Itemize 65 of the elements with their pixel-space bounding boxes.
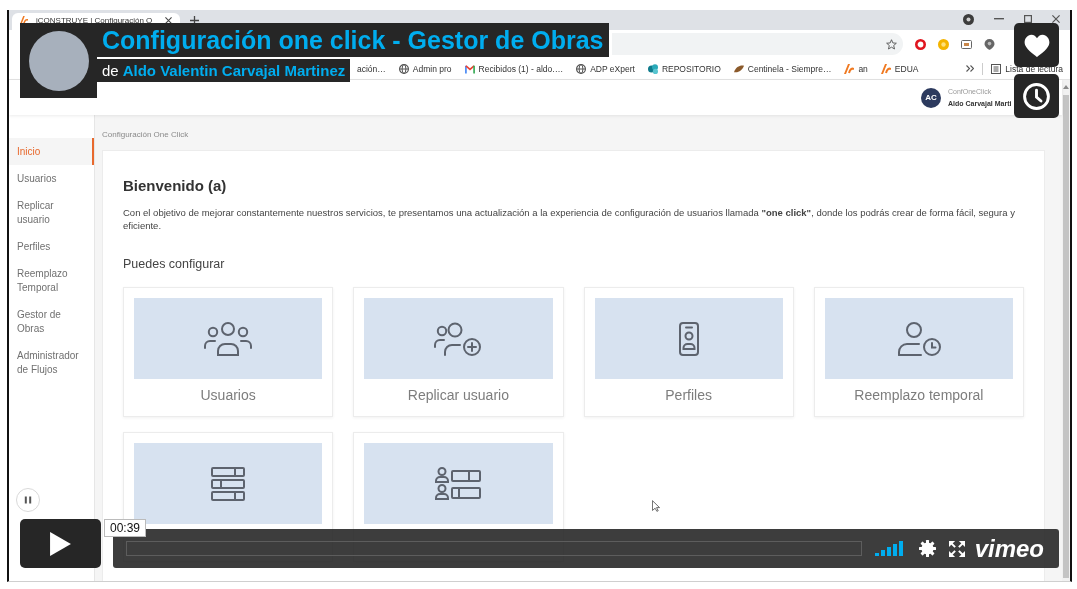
- progress-track[interactable]: [126, 541, 862, 556]
- user-plus-icon: [434, 321, 483, 356]
- volume-icon[interactable]: [874, 541, 903, 556]
- globe-icon: [576, 63, 587, 74]
- screen-icon[interactable]: [961, 38, 972, 50]
- option-card[interactable]: Usuarios: [123, 287, 334, 417]
- sidebar-item[interactable]: Perfiles: [9, 233, 94, 260]
- play-button[interactable]: [20, 519, 101, 568]
- leaf-icon: [733, 63, 744, 74]
- clock-icon: [1023, 82, 1050, 110]
- watch-later-button[interactable]: [1014, 74, 1059, 118]
- arrow-up-icon[interactable]: [1063, 85, 1069, 89]
- user-avatar[interactable]: AC: [921, 87, 941, 108]
- circles-icon: [647, 63, 658, 74]
- intro-text: Con el objetivo de mejorar constantemente nuestros servicios, te presentamos una actualización a la experiencia de configuración de usuarios llamada "one click", donde los podrás crear de forma fácil, segura y eficiente.: [123, 206, 1016, 232]
- option-card[interactable]: Replicar usuario: [353, 287, 564, 417]
- vimeo-logo[interactable]: vimeo: [974, 535, 1044, 562]
- bookmark-link[interactable]: ADP eXpert: [576, 63, 635, 74]
- option-card[interactable]: Reemplazo temporal: [813, 287, 1024, 417]
- profile-icon[interactable]: [963, 13, 974, 25]
- globe-icon: [398, 63, 409, 74]
- time-tooltip: 00:39: [104, 519, 147, 537]
- maximize-icon[interactable]: [1024, 15, 1032, 23]
- sidebar-item[interactable]: Administrador de Flujos: [9, 342, 94, 383]
- bookmark-link[interactable]: Recibidos (1) - aldo.…: [464, 63, 564, 74]
- section-heading: Puedes configurar: [123, 256, 226, 272]
- breadcrumb: Configuración One Click: [102, 130, 190, 140]
- scrollbar-thumb[interactable]: [1063, 95, 1069, 578]
- like-button[interactable]: [1014, 23, 1059, 67]
- bookmark-link[interactable]: an: [844, 63, 868, 74]
- settings-icon[interactable]: [918, 540, 936, 557]
- bookmark-link[interactable]: ación…: [357, 63, 386, 74]
- mail-icon: [464, 63, 475, 74]
- ring-icon[interactable]: [915, 38, 926, 50]
- reading-list-icon: [991, 63, 1002, 74]
- cursor-icon: [652, 500, 660, 512]
- pause-icon[interactable]: [16, 488, 40, 512]
- chevrons-icon[interactable]: [966, 65, 975, 72]
- video-title[interactable]: Configuración one click - Gestor de Obras: [97, 23, 609, 57]
- site-logo-icon: [844, 63, 855, 74]
- bookmark-link[interactable]: Centinela - Siempre…: [733, 63, 832, 74]
- pin-icon[interactable]: [984, 38, 995, 50]
- bookmark-link[interactable]: Admin pro: [398, 63, 452, 74]
- site-logo-icon: [20, 16, 28, 24]
- bookmark-link[interactable]: REPOSITORIO: [647, 63, 721, 74]
- star-icon[interactable]: [886, 38, 897, 50]
- author-avatar[interactable]: [20, 23, 97, 98]
- sidebar-item[interactable]: Gestor de Obras: [9, 301, 94, 342]
- author-link[interactable]: Aldo Valentin Carvajal Martinez: [122, 62, 346, 79]
- welcome-heading: Bienvenido (a): [123, 176, 228, 196]
- fullscreen-icon[interactable]: [948, 540, 965, 557]
- play-icon: [50, 531, 71, 556]
- option-card[interactable]: Perfiles: [583, 287, 794, 417]
- sidebar-item[interactable]: Replicar usuario: [9, 192, 94, 233]
- byline-prefix: de: [102, 62, 119, 79]
- user-list-icon: [434, 466, 483, 501]
- sidebar-item[interactable]: Inicio: [9, 138, 94, 165]
- sidebar-item[interactable]: Reemplazo Temporal: [9, 260, 94, 301]
- site-logo-icon: [880, 63, 891, 74]
- heart-icon: [1023, 33, 1050, 57]
- sidebar-item[interactable]: Usuarios: [9, 165, 94, 192]
- users-icon: [204, 321, 253, 356]
- minimize-icon[interactable]: [994, 18, 1004, 20]
- bookmark-link[interactable]: EDUA: [880, 63, 919, 74]
- scrollbar-track[interactable]: [1062, 80, 1070, 581]
